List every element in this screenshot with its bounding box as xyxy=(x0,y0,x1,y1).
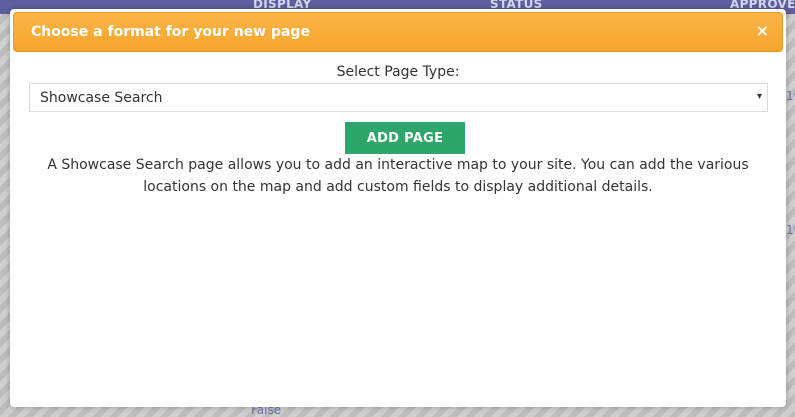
new-page-modal: Choose a format for your new page × Sele… xyxy=(10,9,786,407)
modal-header: Choose a format for your new page × xyxy=(13,12,783,52)
page-type-selected-value: Showcase Search xyxy=(40,90,163,106)
modal-title: Choose a format for your new page xyxy=(31,24,310,40)
add-page-button[interactable]: ADD PAGE xyxy=(345,122,465,154)
background-cell-fragment: 19 xyxy=(786,89,795,103)
select-page-type-label: Select Page Type: xyxy=(336,64,460,80)
page-type-select[interactable]: Showcase Search ▾ xyxy=(29,83,768,112)
close-icon[interactable]: × xyxy=(756,22,769,40)
page-type-description: A Showcase Search page allows you to add… xyxy=(47,157,749,195)
background-cell-fragment: 19 xyxy=(786,223,795,237)
chevron-down-icon: ▾ xyxy=(756,91,762,102)
